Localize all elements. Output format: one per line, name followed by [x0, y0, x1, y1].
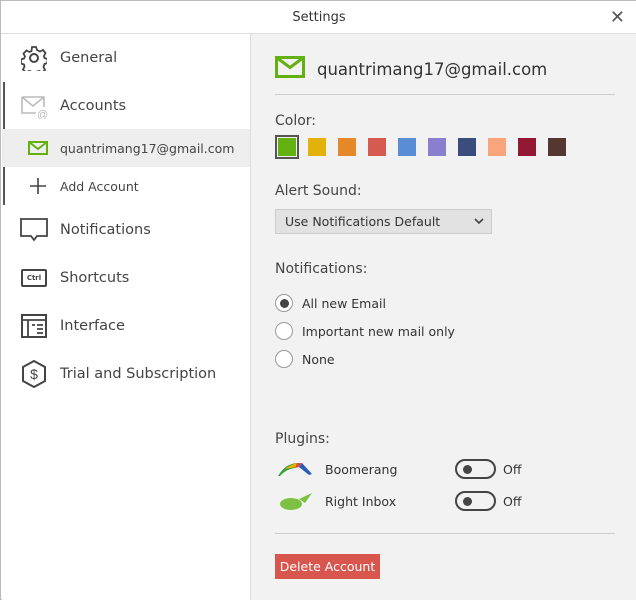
alert-sound-select[interactable]: Use Notifications Default	[275, 209, 492, 234]
sidebar-label: Shortcuts	[60, 270, 130, 286]
sidebar-label: Accounts	[60, 98, 127, 114]
sidebar-item-accounts[interactable]: @ Accounts	[2, 92, 250, 120]
plus-icon	[24, 172, 52, 200]
radio-none[interactable]: None	[275, 350, 335, 368]
color-swatch[interactable]	[398, 138, 416, 156]
svg-text:@: @	[37, 109, 48, 119]
divider	[275, 94, 615, 95]
sidebar-item-account-email[interactable]: quantrimang17@gmail.com	[2, 129, 250, 167]
plugin-row-right-inbox: Right Inbox Off	[275, 491, 575, 513]
delete-account-button[interactable]: Delete Account	[275, 554, 380, 579]
close-icon[interactable]: ✕	[610, 1, 625, 34]
account-settings-panel: quantrimang17@gmail.com Color: Alert Sou…	[251, 34, 636, 600]
chevron-down-icon	[474, 210, 484, 240]
svg-text:$: $	[30, 366, 38, 382]
speech-bubble-icon	[20, 216, 48, 244]
title-bar: Settings ✕	[1, 1, 636, 34]
sidebar-label: General	[60, 50, 118, 66]
radio-all-new-email[interactable]: All new Email	[275, 294, 386, 312]
sidebar-label: quantrimang17@gmail.com	[60, 140, 235, 156]
toggle-state: Off	[503, 494, 522, 509]
sidebar-item-interface[interactable]: Interface	[2, 314, 250, 338]
account-email: quantrimang17@gmail.com	[317, 59, 548, 79]
sidebar-label: Trial and Subscription	[60, 366, 217, 382]
alert-sound-label: Alert Sound:	[275, 183, 362, 199]
radio-label: None	[302, 351, 335, 367]
boomerang-toggle[interactable]	[455, 459, 496, 479]
toggle-state: Off	[503, 462, 522, 477]
alert-sound-value: Use Notifications Default	[285, 214, 441, 229]
settings-window: Settings ✕ General @ Accounts quantriman…	[0, 0, 636, 600]
sidebar-item-shortcuts[interactable]: Ctrl Shortcuts	[2, 266, 250, 290]
sidebar-label: Add Account	[60, 178, 139, 194]
right-inbox-logo-icon	[279, 491, 313, 514]
right-inbox-toggle[interactable]	[455, 491, 496, 511]
notifications-label: Notifications:	[275, 261, 368, 277]
color-swatch[interactable]	[428, 138, 446, 156]
mail-at-icon: @	[20, 92, 48, 120]
mail-icon	[275, 56, 305, 82]
sidebar-label: Notifications	[60, 222, 151, 238]
radio-important-only[interactable]: Important new mail only	[275, 322, 455, 340]
color-swatch[interactable]	[488, 138, 506, 156]
gear-icon	[20, 44, 48, 72]
color-swatch[interactable]	[548, 138, 566, 156]
sidebar: General @ Accounts quantrimang17@gmail.c…	[2, 34, 251, 600]
color-label: Color:	[275, 113, 317, 129]
ctrl-key-text: Ctrl	[21, 269, 47, 287]
plugin-name: Boomerang	[325, 462, 398, 477]
sidebar-label: Interface	[60, 318, 125, 334]
divider	[275, 533, 615, 534]
sidebar-item-notifications[interactable]: Notifications	[2, 218, 250, 242]
account-header: quantrimang17@gmail.com	[275, 56, 547, 82]
radio-label: Important new mail only	[302, 323, 455, 339]
sidebar-item-general[interactable]: General	[2, 44, 250, 72]
color-swatch[interactable]	[458, 138, 476, 156]
color-swatch[interactable]	[338, 138, 356, 156]
dollar-hexagon-icon: $	[20, 360, 48, 388]
color-swatch[interactable]	[308, 138, 326, 156]
color-swatch[interactable]	[275, 135, 299, 159]
plugin-row-boomerang: Boomerang Off	[275, 459, 575, 481]
color-swatch[interactable]	[368, 138, 386, 156]
plugin-name: Right Inbox	[325, 494, 397, 509]
radio-circle[interactable]	[275, 322, 293, 340]
sidebar-item-trial-subscription[interactable]: $ Trial and Subscription	[2, 360, 250, 388]
sidebar-item-add-account[interactable]: Add Account	[2, 174, 250, 198]
window-title: Settings	[292, 10, 346, 25]
boomerang-logo-icon	[277, 461, 313, 480]
ctrl-key-icon: Ctrl	[20, 264, 48, 292]
radio-circle[interactable]	[275, 350, 293, 368]
plugins-label: Plugins:	[275, 431, 330, 447]
radio-label: All new Email	[302, 295, 386, 311]
layout-icon	[20, 312, 48, 340]
color-swatch[interactable]	[518, 138, 536, 156]
radio-circle[interactable]	[275, 294, 293, 312]
mail-icon	[24, 134, 52, 162]
